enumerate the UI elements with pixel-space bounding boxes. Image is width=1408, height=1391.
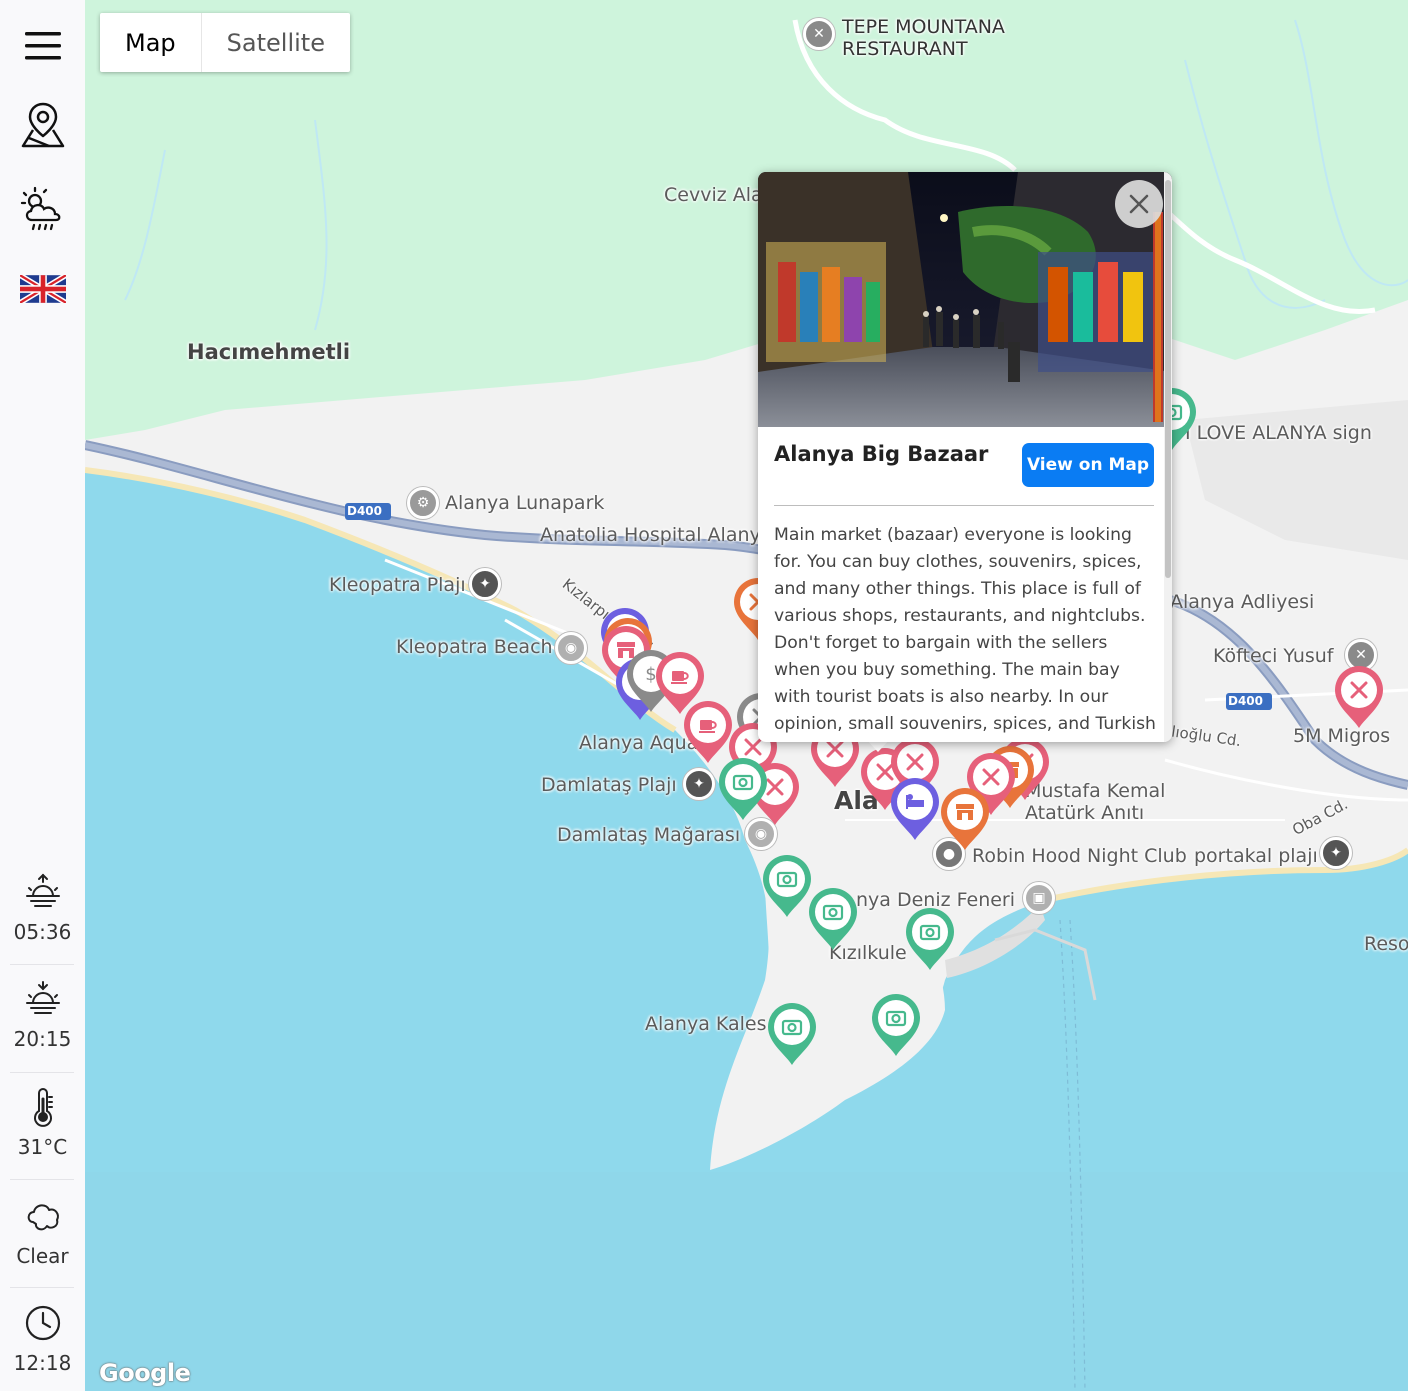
sidebar-divider (10, 964, 74, 965)
label-adliyesi: Alanya Adliyesi (1170, 591, 1315, 613)
label-tepe-line1: TEPE MOUNTANA (842, 16, 1005, 38)
label-reso: Reso (1364, 933, 1408, 955)
sunrise-stat: 05:36 (0, 868, 85, 974)
popup-title: Alanya Big Bazaar (774, 442, 989, 466)
road-shield-d400: D400 (347, 504, 383, 518)
label-damlatas-plaji: Damlataş Plajı (541, 774, 677, 796)
label-tepe-mountana: TEPE MOUNTANA RESTAURANT (842, 16, 1005, 60)
weather-cloud-sun-rain-icon (20, 186, 60, 231)
view-on-map-button[interactable]: View on Map (1022, 443, 1154, 487)
map-marker-pin[interactable] (717, 758, 769, 822)
map-marker-pin[interactable] (904, 908, 956, 972)
road-shield-d400: D400 (1228, 694, 1264, 708)
museum-poi-icon[interactable]: ▣ (1023, 882, 1055, 914)
language-button[interactable] (0, 275, 85, 303)
google-logo: Google (99, 1359, 191, 1387)
popup-scrollbar-thumb[interactable] (1165, 180, 1171, 578)
label-kleopatra-beach: Kleopatra Beach (396, 636, 553, 658)
label-robin-hood: Robin Hood Night Club (972, 845, 1187, 867)
sidebar-divider (10, 1287, 74, 1288)
sunset-time: 20:15 (13, 1027, 72, 1051)
bazaar-photo-image (758, 172, 1172, 427)
sunrise-icon (25, 873, 60, 907)
label-love-sign: I LOVE ALANYA sign (1185, 422, 1372, 444)
label-kalesi: Alanya Kales (645, 1013, 767, 1035)
beach-poi-icon[interactable]: ✦ (1320, 837, 1352, 869)
map-marker-pin[interactable] (761, 855, 813, 919)
map-marker-pin[interactable] (807, 888, 859, 952)
uk-flag-icon (19, 275, 66, 303)
sidebar: 05:36 20:15 31°C Clear 12:18 (0, 0, 85, 1391)
hamburger-menu-icon (24, 32, 61, 60)
label-kofteci: Köfteci Yusuf (1213, 645, 1334, 667)
sunset-icon (25, 981, 60, 1014)
camera-poi-icon[interactable]: ◉ (555, 632, 587, 664)
sidebar-divider (10, 1179, 74, 1180)
map-marker-pin[interactable] (889, 778, 941, 842)
condition-stat: Clear (0, 1192, 85, 1298)
popup-close-button[interactable] (1115, 180, 1163, 228)
label-cevviz: Cevviz Ala (664, 184, 763, 206)
label-aqua: Alanya Aqua (579, 732, 699, 754)
place-popup: Alanya Big Bazaar View on Map Main marke… (758, 172, 1172, 742)
map-marker-pin[interactable] (939, 788, 991, 852)
place-photo (758, 172, 1172, 427)
map-marker-pin[interactable] (1333, 666, 1385, 730)
restaurant-poi-icon[interactable]: ✕ (803, 18, 835, 50)
weather-button[interactable] (0, 184, 85, 234)
map-view-button[interactable] (0, 100, 85, 150)
label-lunapark: Alanya Lunapark (445, 492, 605, 514)
label-portakal: portakal plajı (1194, 845, 1318, 867)
sunset-stat: 20:15 (0, 975, 85, 1081)
time-stat: 12:18 (0, 1299, 85, 1391)
map-canvas[interactable]: D400 D400 TEPE MOUNTANA RESTAURANT ✕ Cev… (85, 0, 1408, 1391)
label-hospital: Anatolia Hospital Alany (540, 524, 761, 546)
map-pin-icon (21, 102, 64, 148)
clock-icon (25, 1305, 60, 1341)
sunrise-time: 05:36 (13, 920, 72, 944)
temperature-value: 31°C (17, 1135, 68, 1159)
amusement-park-icon[interactable]: ⚙ (407, 487, 439, 519)
label-hacimehmetli: Hacımehmetli (187, 340, 351, 364)
map-type-control: Map Satellite (100, 13, 350, 72)
label-tepe-line2: RESTAURANT (842, 38, 968, 60)
label-damlatas-magarasi: Damlataş Mağarası (557, 824, 741, 846)
menu-button[interactable] (0, 26, 85, 66)
sidebar-divider (10, 1072, 74, 1073)
temperature-stat: 31°C (0, 1083, 85, 1189)
label-mustafa-line2: Atatürk Anıtı (1025, 802, 1145, 824)
shop-marker-icon (956, 804, 974, 820)
popup-divider (774, 505, 1154, 506)
thermometer-icon (33, 1088, 53, 1127)
label-kleopatra-plaji: Kleopatra Plajı (329, 574, 466, 596)
beach-poi-icon[interactable]: ✦ (683, 768, 715, 800)
time-value: 12:18 (13, 1351, 72, 1375)
condition-value: Clear (16, 1244, 69, 1268)
map-type-satellite-button[interactable]: Satellite (202, 13, 350, 72)
beach-poi-icon[interactable]: ✦ (469, 568, 501, 600)
popup-description: Main market (bazaar) everyone is looking… (774, 525, 1156, 734)
map-marker-pin[interactable] (766, 1003, 818, 1067)
close-icon (1129, 194, 1149, 214)
cloud-icon (27, 1204, 59, 1231)
map-type-map-button[interactable]: Map (100, 13, 202, 72)
map-marker-pin[interactable] (870, 994, 922, 1058)
